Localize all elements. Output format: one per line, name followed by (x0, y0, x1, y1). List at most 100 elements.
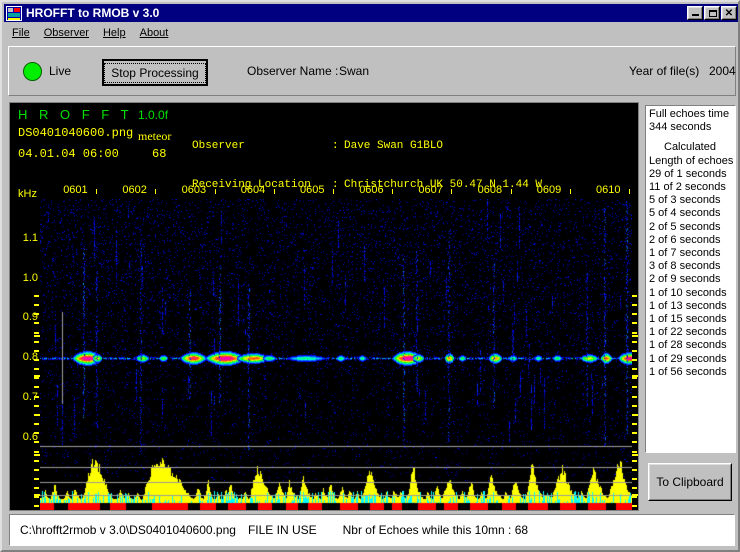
echo-list-spacer (649, 134, 735, 141)
list-item: 2 of 5 seconds (649, 220, 721, 233)
axis-tick (34, 332, 39, 334)
list-item: 11 of 2 seconds (649, 181, 726, 194)
axis-tick (34, 396, 39, 398)
application-window: HROFFT to RMOB v 3.0 ✕ File Observer Hel… (0, 0, 740, 552)
list-item: 1 of 13 seconds (649, 299, 727, 312)
list-item: 2 of 9 seconds (649, 273, 721, 286)
axis-tick (34, 359, 39, 361)
menu-item-help[interactable]: Help (96, 26, 133, 40)
list-item: 1 of 7 seconds (649, 247, 721, 260)
axis-tick (34, 432, 39, 434)
live-label: Live (49, 64, 72, 78)
axis-tick (632, 478, 637, 480)
list-item: 29 of 1 seconds (649, 167, 727, 180)
stop-processing-button[interactable]: Stop Processing (102, 59, 208, 86)
axis-tick-major (632, 414, 638, 416)
spectrogram-image (40, 199, 632, 457)
axis-tick (632, 386, 637, 388)
axis-tick (632, 405, 637, 407)
full-echoes-time-value: 344 seconds (649, 121, 712, 134)
toolbar: Live Stop Processing Observer Name : Swa… (8, 46, 736, 96)
x-axis-tick-label: 0606 (359, 184, 384, 196)
status-file-state: FILE IN USE (247, 523, 317, 537)
x-axis-tick (569, 189, 571, 194)
axis-tick-major (632, 375, 638, 377)
axis-tick (34, 322, 39, 324)
x-axis-tick-label: 0609 (536, 184, 562, 196)
close-icon[interactable]: ✕ (721, 6, 737, 20)
app-icon (6, 5, 22, 21)
list-item: 1 of 29 seconds (649, 352, 727, 365)
x-axis-tick-label: 0610 (596, 184, 621, 196)
axis-tick (632, 469, 637, 471)
axis-tick (632, 441, 637, 443)
list-item: 3 of 8 seconds (649, 260, 721, 273)
list-item: 1 of 15 seconds (649, 313, 727, 326)
axis-tick (34, 405, 39, 407)
observer-name-label: Observer Name : (247, 64, 339, 78)
axis-tick (34, 313, 39, 315)
axis-tick (632, 368, 637, 370)
axis-tick (34, 295, 39, 297)
axis-tick (34, 377, 39, 379)
x-axis-tick-label: 0603 (181, 184, 207, 196)
to-clipboard-button[interactable]: To Clipboard (648, 463, 732, 501)
axis-tick-major (632, 454, 638, 456)
minimize-button[interactable] (687, 6, 703, 20)
axis-tick (632, 396, 637, 398)
calculated-label: Calculated (664, 141, 716, 154)
x-axis-tick-label: 0607 (418, 184, 443, 196)
axis-tick (632, 341, 637, 343)
menu-item-observer[interactable]: Observer (37, 26, 96, 40)
list-item: 1 of 10 seconds (649, 286, 727, 299)
axis-tick (34, 341, 39, 343)
menu-item-about[interactable]: About (133, 26, 176, 40)
x-axis-tick-label: 0602 (122, 184, 147, 196)
axis-tick-major (632, 494, 638, 496)
amplitude-plot (40, 457, 632, 510)
echo-statistics-list[interactable]: Full echoes time 344 seconds Calculated … (645, 105, 736, 453)
x-axis-tick (155, 189, 157, 194)
spectrogram-panel: H R O F F T 1.0.0f DS0401040600.png mete… (9, 102, 639, 511)
axis-tick (34, 350, 39, 352)
x-axis-tick (333, 189, 334, 194)
axis-tick (34, 304, 39, 306)
maximize-button[interactable] (704, 6, 720, 20)
axis-tick (632, 377, 637, 379)
x-axis-tick-label: 0601 (63, 184, 88, 196)
title-bar: HROFFT to RMOB v 3.0 ✕ (4, 4, 738, 22)
list-item: 5 of 3 seconds (649, 194, 721, 207)
axis-tick (34, 460, 39, 462)
axis-tick (632, 304, 637, 306)
length-of-echoes-label: Length of echoes (649, 154, 734, 167)
list-item: 2 of 6 seconds (649, 233, 721, 246)
axis-tick (34, 469, 39, 471)
axis-tick (34, 505, 39, 507)
axis-tick (34, 451, 39, 453)
axis-tick (34, 368, 39, 370)
list-item: 1 of 56 seconds (649, 365, 727, 378)
axis-tick (632, 496, 637, 498)
menu-bar: File Observer Help About (5, 24, 737, 41)
x-axis-tick (451, 189, 453, 194)
axis-tick (632, 332, 637, 334)
year-of-files-value: 2004 (709, 64, 736, 78)
axis-tick (632, 460, 637, 462)
close-glyph: ✕ (724, 8, 734, 19)
axis-tick (632, 432, 637, 434)
axis-tick (632, 295, 637, 297)
x-axis-tick (214, 189, 216, 194)
stop-processing-label: Stop Processing (104, 62, 206, 83)
status-bar: C:\hrofft2rmob v 3.0\DS0401040600.png FI… (9, 514, 735, 546)
x-axis-tick-label: 0605 (300, 184, 325, 196)
list-item: 1 of 22 seconds (649, 326, 727, 339)
x-axis-tick (629, 189, 630, 194)
menu-item-file[interactable]: File (5, 26, 37, 40)
live-status-led (23, 62, 42, 81)
x-axis-tick-label: 0608 (477, 184, 503, 196)
axis-tick (632, 423, 637, 425)
axis-tick-major (632, 335, 638, 337)
axis-tick (632, 313, 637, 315)
axis-tick (632, 359, 637, 361)
to-clipboard-label: To Clipboard (649, 464, 731, 500)
